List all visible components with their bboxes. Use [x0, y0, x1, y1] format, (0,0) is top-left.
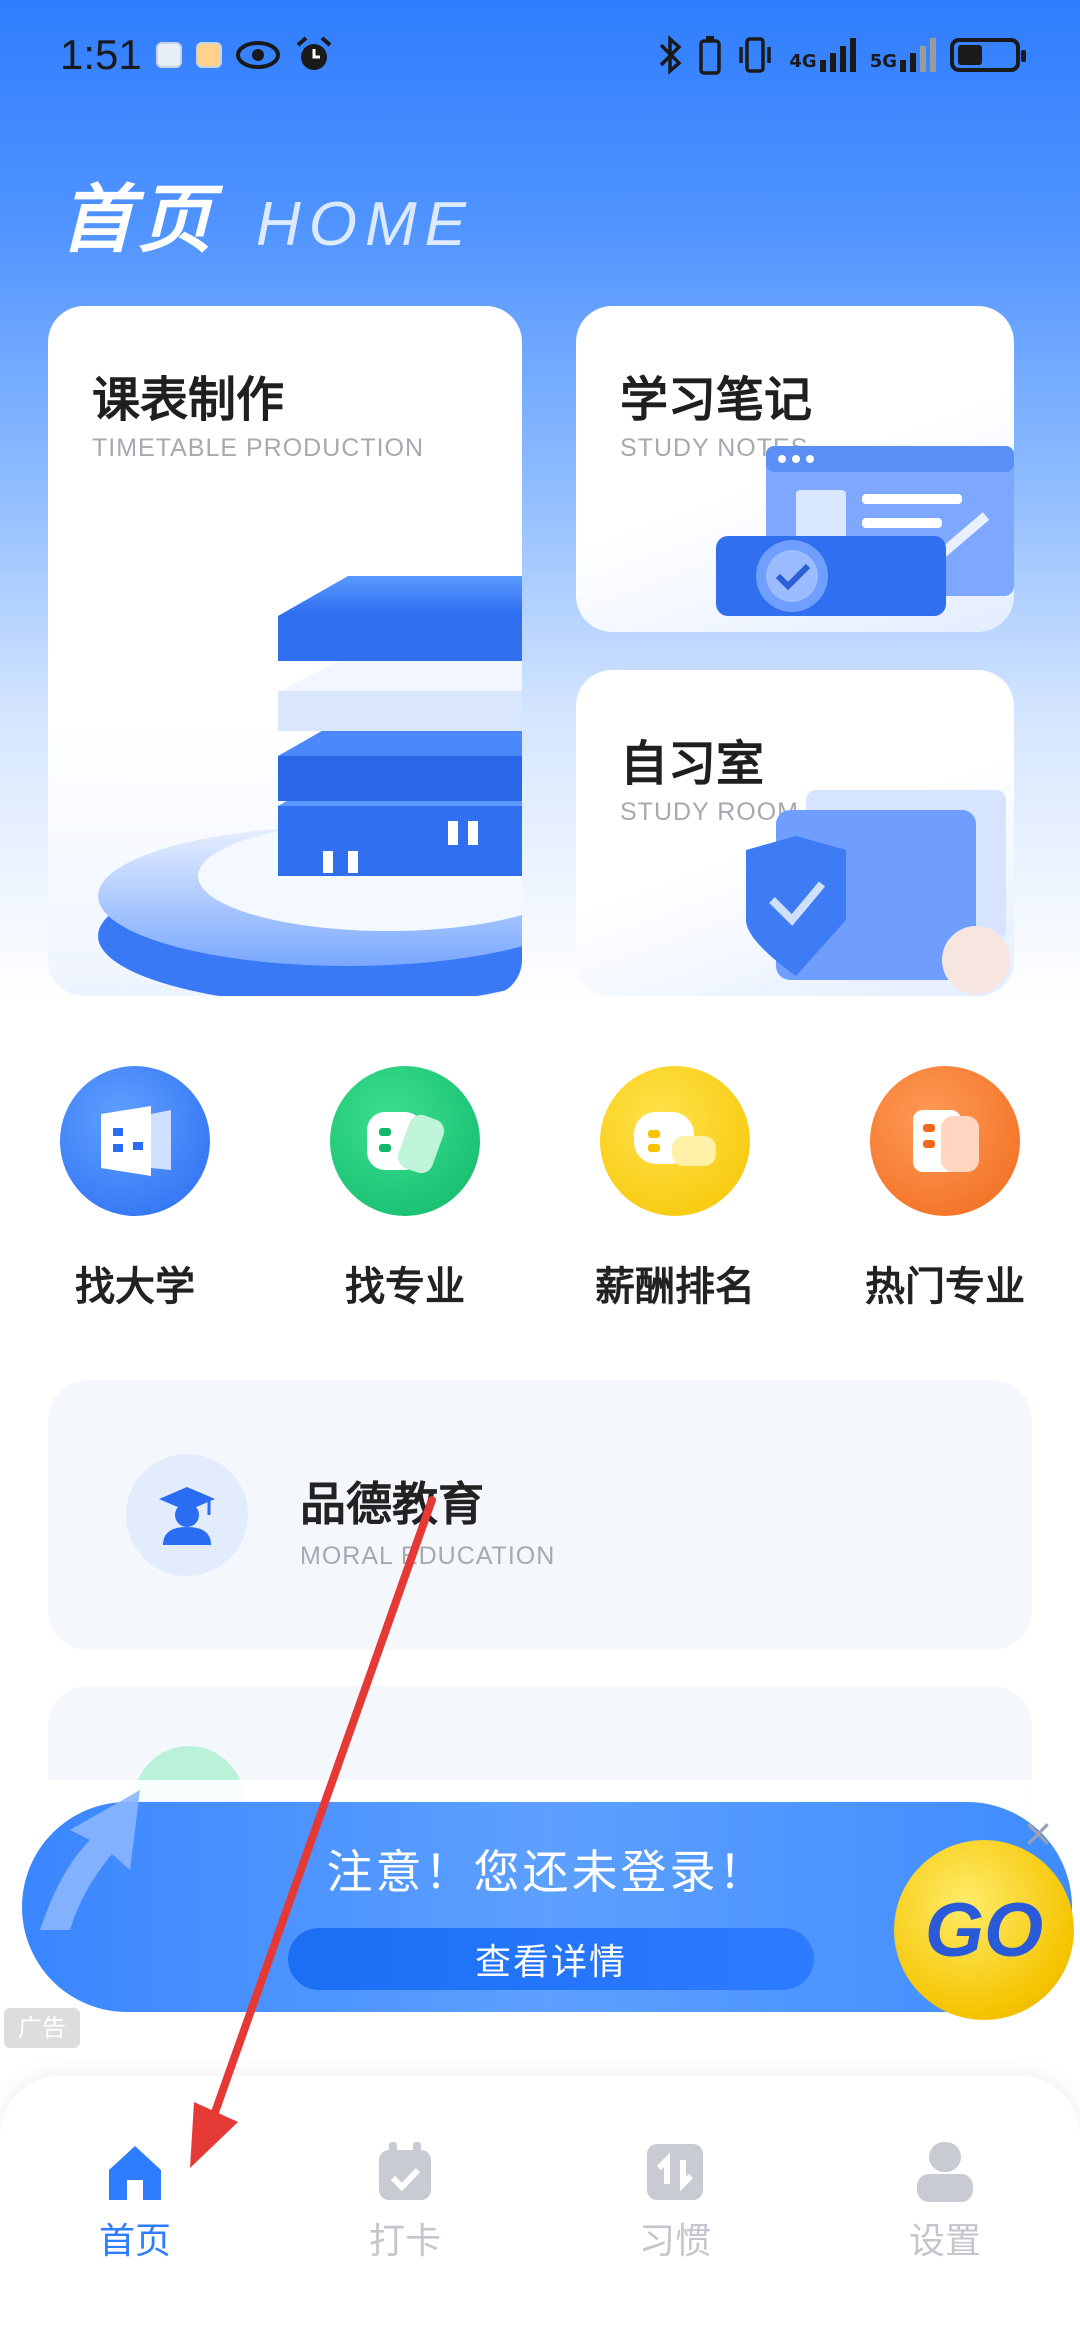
- quick-entry-label: 找专业: [345, 1264, 465, 1310]
- tab-checkin[interactable]: 打卡: [270, 2076, 540, 2340]
- study-notes-illustration: [716, 446, 1014, 616]
- quick-entry-find-university[interactable]: 找大学: [0, 1066, 270, 1312]
- page-title-en: HOME: [256, 190, 474, 259]
- ad-tag: 广告: [4, 2008, 80, 2048]
- habit-icon: [647, 2144, 703, 2200]
- card-title: 学习笔记: [620, 372, 813, 428]
- view-details-button[interactable]: 查看详情: [288, 1928, 814, 1990]
- tab-label: 设置: [908, 2221, 981, 2262]
- signal-bars-icon: [900, 38, 936, 72]
- study-room-illustration: [746, 790, 1010, 994]
- calendar-check-icon: [379, 2142, 431, 2200]
- card-subtitle: TIMETABLE PRODUCTION: [92, 434, 425, 462]
- signal-5g: 5G: [870, 38, 936, 72]
- go-button[interactable]: GO: [894, 1840, 1074, 2020]
- notification-app-icon: [195, 42, 222, 68]
- status-bar: 1:51 4G 5G: [0, 0, 1080, 110]
- quick-entry-label: 找大学: [75, 1264, 195, 1310]
- quick-entry-hot-major[interactable]: 热门专业: [810, 1066, 1080, 1312]
- signal-bars-icon: [819, 38, 856, 72]
- hot-major-icon: [870, 1066, 1020, 1216]
- page-title: 首页: [60, 177, 216, 263]
- status-left: 1:51: [60, 31, 334, 79]
- ad-banner-area: 注意！您还未登录！ 查看详情 × GO 广告: [0, 1780, 1080, 2080]
- moral-education-card[interactable]: 品德教育 MORAL EDUCATION: [48, 1380, 1032, 1650]
- major-icon: [330, 1066, 480, 1216]
- bottom-tab-bar: 首页 打卡 习惯 设置: [0, 2076, 1080, 2340]
- salary-rank-icon: [600, 1066, 750, 1216]
- study-room-card[interactable]: 自习室 STUDY ROOM: [576, 670, 1014, 996]
- quick-entry-label: 热门专业: [865, 1264, 1025, 1310]
- study-notes-card[interactable]: 学习笔记 STUDY NOTES: [576, 306, 1014, 632]
- timetable-card[interactable]: 课表制作 TIMETABLE PRODUCTION: [48, 306, 522, 996]
- user-settings-icon: [917, 2142, 973, 2202]
- card-title: 课表制作: [92, 372, 285, 428]
- tab-label: 打卡: [368, 2221, 441, 2262]
- eye-icon: [235, 41, 280, 69]
- signal-4g-label: 4G: [789, 51, 817, 72]
- tab-habit[interactable]: 习惯: [540, 2076, 810, 2340]
- tab-settings[interactable]: 设置: [810, 2076, 1080, 2340]
- ad-close-button[interactable]: ×: [1020, 1814, 1056, 1852]
- page-header: 首页 HOME: [60, 160, 474, 267]
- graduate-icon: [126, 1454, 248, 1576]
- battery-icon: [950, 38, 1026, 72]
- timetable-stack-illustration: [98, 576, 522, 996]
- signal-5g-label: 5G: [869, 51, 897, 72]
- vibrate-icon: [739, 37, 772, 73]
- up-arrow-icon: [40, 1790, 140, 1930]
- status-time: 1:51: [60, 31, 142, 78]
- tab-label: 习惯: [638, 2221, 711, 2262]
- quick-entry-salary-rank[interactable]: 薪酬排名: [540, 1066, 810, 1312]
- home-icon: [109, 2146, 161, 2200]
- university-icon: [60, 1066, 210, 1216]
- tab-label: 首页: [98, 2221, 171, 2262]
- notification-app-icon: [155, 42, 182, 68]
- battery-saver-icon: [699, 36, 722, 75]
- list-item-subtitle: MORAL EDUCATION: [300, 1542, 556, 1570]
- tab-home[interactable]: 首页: [0, 2076, 270, 2340]
- quick-entries: 找大学 找专业 薪酬排名 热门专业: [0, 1066, 1080, 1312]
- quick-entry-label: 薪酬排名: [595, 1264, 755, 1310]
- bluetooth-icon: [660, 35, 682, 75]
- signal-4g: 4G: [789, 38, 856, 72]
- list-item-title: 品德教育: [300, 1477, 484, 1531]
- quick-entry-find-major[interactable]: 找专业: [270, 1066, 540, 1312]
- status-right: 4G 5G: [657, 35, 1026, 75]
- alarm-icon: [296, 36, 332, 70]
